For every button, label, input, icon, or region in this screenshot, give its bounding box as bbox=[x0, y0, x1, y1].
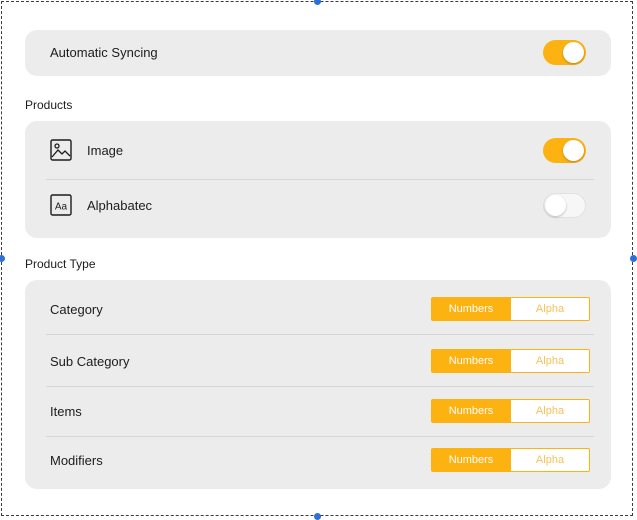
product-type-card: Category Numbers Alpha Sub Category Numb… bbox=[25, 280, 611, 489]
image-icon bbox=[50, 139, 72, 161]
segmented-control-items: Numbers Alpha bbox=[431, 399, 590, 423]
alphabatec-toggle[interactable] bbox=[543, 193, 586, 218]
row-label-category: Category bbox=[50, 302, 103, 317]
toggle-knob bbox=[545, 195, 566, 216]
segment-numbers[interactable]: Numbers bbox=[432, 449, 510, 471]
toggle-knob bbox=[563, 140, 584, 161]
product-label-image: Image bbox=[87, 143, 124, 158]
segment-alpha[interactable]: Alpha bbox=[510, 400, 589, 422]
sync-label: Automatic Syncing bbox=[50, 45, 158, 60]
divider bbox=[46, 334, 594, 335]
row-label-modifiers: Modifiers bbox=[50, 453, 103, 468]
segment-numbers[interactable]: Numbers bbox=[432, 400, 510, 422]
segment-alpha[interactable]: Alpha bbox=[510, 298, 589, 320]
segmented-control-modifiers: Numbers Alpha bbox=[431, 448, 590, 472]
products-section-title: Products bbox=[25, 98, 73, 112]
segmented-control-category: Numbers Alpha bbox=[431, 297, 590, 321]
divider bbox=[46, 386, 594, 387]
segmented-control-sub-category: Numbers Alpha bbox=[431, 349, 590, 373]
divider bbox=[46, 436, 594, 437]
image-toggle[interactable] bbox=[543, 138, 586, 163]
row-label-items: Items bbox=[50, 404, 82, 419]
sync-toggle[interactable] bbox=[543, 40, 586, 65]
resize-handle-right[interactable] bbox=[630, 255, 637, 262]
segment-numbers[interactable]: Numbers bbox=[432, 350, 510, 372]
row-label-sub-category: Sub Category bbox=[50, 354, 130, 369]
segment-alpha[interactable]: Alpha bbox=[510, 449, 589, 471]
divider bbox=[46, 179, 594, 180]
product-type-section-title: Product Type bbox=[25, 257, 96, 271]
toggle-knob bbox=[563, 42, 584, 63]
sync-card: Automatic Syncing bbox=[25, 30, 611, 76]
product-label-alphabatec: Alphabatec bbox=[87, 198, 153, 213]
products-card: Image Aa Alphabatec bbox=[25, 121, 611, 238]
segment-alpha[interactable]: Alpha bbox=[510, 350, 589, 372]
segment-numbers[interactable]: Numbers bbox=[432, 298, 510, 320]
svg-text:Aa: Aa bbox=[55, 202, 68, 213]
text-format-icon: Aa bbox=[50, 194, 72, 216]
